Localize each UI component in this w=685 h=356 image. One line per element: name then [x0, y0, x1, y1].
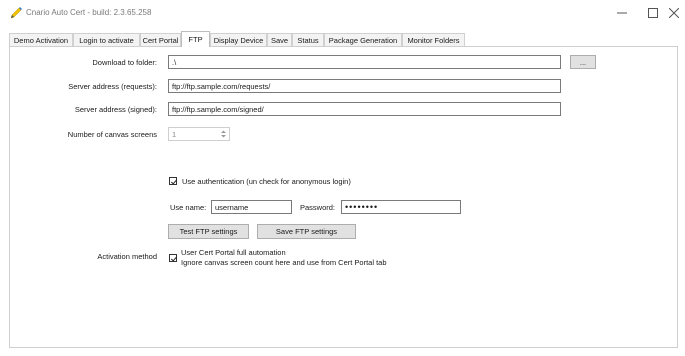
title-bar: Cnario Auto Cert - build: 2.3.65.258: [0, 0, 685, 26]
download-folder-input[interactable]: [168, 55, 561, 69]
close-icon: [669, 8, 679, 18]
username-label: Use name:: [170, 203, 207, 212]
tab-ftp[interactable]: FTP: [181, 31, 210, 47]
window-title: Cnario Auto Cert - build: 2.3.65.258: [26, 8, 152, 17]
stepper-arrows-icon[interactable]: [219, 129, 228, 139]
server-signed-input[interactable]: [168, 102, 561, 116]
username-input[interactable]: [211, 200, 292, 214]
browse-button[interactable]: ...: [570, 55, 596, 69]
use-auth-checkbox[interactable]: [169, 177, 178, 185]
close-button[interactable]: [663, 0, 685, 26]
tab-strip: Demo Activation Login to activate Cert P…: [9, 31, 678, 47]
server-requests-input[interactable]: [168, 79, 561, 93]
password-input[interactable]: [341, 200, 461, 214]
activation-method-label: Activation method: [97, 252, 157, 261]
password-label: Password:: [300, 203, 336, 212]
maximize-icon: [648, 8, 658, 18]
full-automation-checkbox[interactable]: [169, 254, 178, 262]
tab-status[interactable]: Status: [292, 33, 324, 46]
checkmark-icon: [170, 256, 178, 262]
checkmark-icon: [170, 179, 178, 185]
tab-display-device[interactable]: Display Device: [210, 33, 267, 46]
tab-monitor-folders[interactable]: Monitor Folders: [402, 33, 465, 46]
test-ftp-button[interactable]: Test FTP settings: [168, 224, 249, 239]
full-automation-sublabel: Ignore canvas screen count here and use …: [181, 258, 387, 267]
server-requests-label: Server address (requests):: [68, 82, 157, 91]
canvas-screens-stepper[interactable]: 1: [168, 127, 230, 141]
pen-icon: [10, 7, 22, 19]
full-automation-label: User Cert Portal full automation: [181, 248, 286, 257]
tab-save[interactable]: Save: [267, 33, 292, 46]
minimize-button[interactable]: [606, 0, 638, 26]
save-ftp-button[interactable]: Save FTP settings: [257, 224, 356, 239]
canvas-screens-label: Number of canvas screens: [67, 130, 157, 139]
minimize-icon: [617, 12, 627, 14]
tab-package-generation[interactable]: Package Generation: [324, 33, 402, 46]
canvas-screens-value: 1: [172, 130, 177, 139]
download-folder-label: Download to folder:: [92, 58, 157, 67]
tab-login-to-activate[interactable]: Login to activate: [73, 33, 140, 46]
use-auth-label: Use authentication (un check for anonymo…: [182, 177, 351, 186]
server-signed-label: Server address (signed):: [74, 105, 157, 114]
tab-demo-activation[interactable]: Demo Activation: [9, 33, 73, 46]
tab-cert-portal[interactable]: Cert Portal: [140, 33, 181, 46]
